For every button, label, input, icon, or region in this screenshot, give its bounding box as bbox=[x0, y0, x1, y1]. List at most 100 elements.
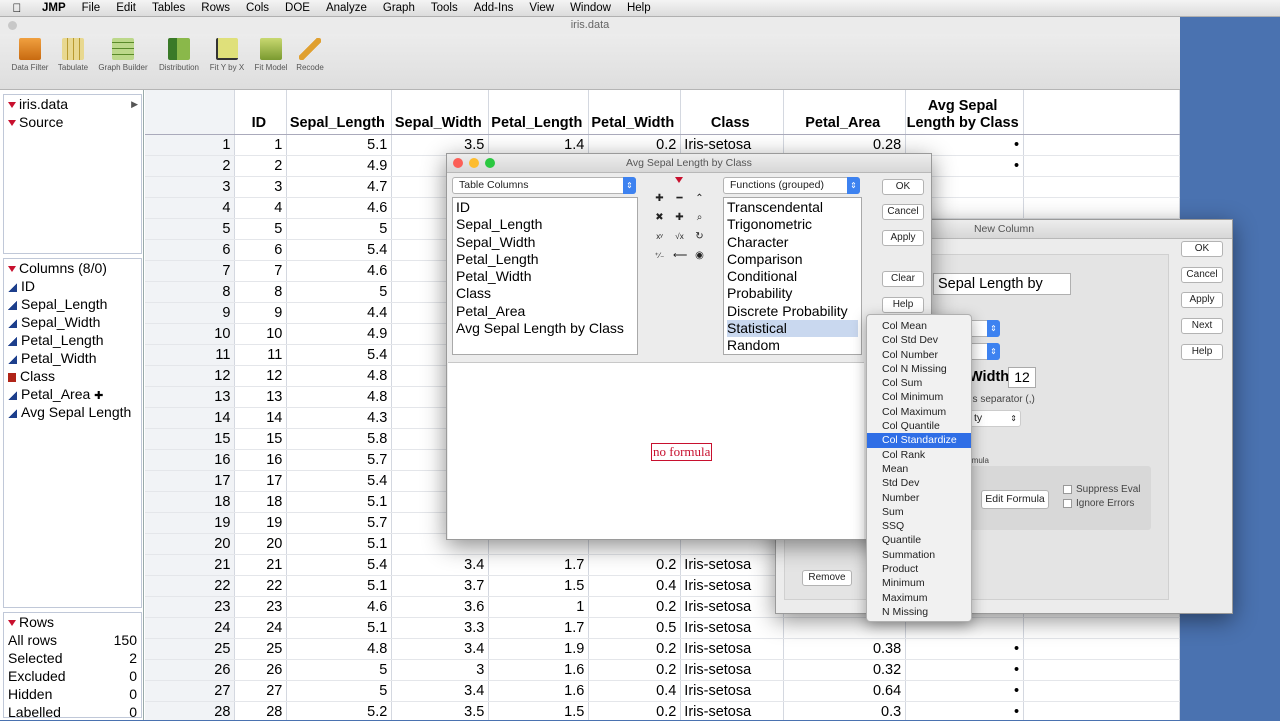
row-number[interactable]: 26 bbox=[145, 659, 236, 681]
table-cell[interactable]: 4.6 bbox=[286, 197, 393, 219]
table-cell[interactable]: 12 bbox=[234, 365, 288, 387]
table-cell[interactable]: 5.2 bbox=[286, 701, 393, 720]
table-cell[interactable]: Iris-setosa bbox=[680, 659, 785, 681]
table-cell[interactable]: 3.5 bbox=[391, 701, 490, 720]
row-number[interactable]: 8 bbox=[145, 281, 236, 303]
remove-button[interactable]: Remove bbox=[802, 570, 852, 586]
formula-editing-area[interactable]: no formula bbox=[448, 362, 864, 539]
close-window-button[interactable] bbox=[453, 158, 463, 168]
close-window-button[interactable] bbox=[8, 21, 17, 30]
table-cell[interactable]: 3.7 bbox=[391, 575, 490, 597]
table-cell[interactable]: 5.4 bbox=[286, 554, 393, 576]
table-cell[interactable]: 4.8 bbox=[286, 386, 393, 408]
column-header[interactable]: ID bbox=[234, 90, 288, 135]
expand-arrow-icon[interactable]: ▶ bbox=[131, 95, 141, 113]
table-cell[interactable]: 6 bbox=[234, 239, 288, 261]
table-cell[interactable]: 1.5 bbox=[488, 701, 590, 720]
table-cell[interactable]: 1.6 bbox=[488, 680, 590, 702]
empty-cell[interactable] bbox=[1023, 701, 1180, 720]
table-cell[interactable]: 5 bbox=[286, 680, 393, 702]
menu-app-name[interactable]: JMP bbox=[34, 2, 74, 14]
table-cell[interactable]: Iris-setosa bbox=[680, 596, 785, 618]
table-cell[interactable]: 1.7 bbox=[488, 617, 590, 639]
menu-item-summation[interactable]: Summation bbox=[867, 548, 971, 562]
table-cell[interactable]: 4.4 bbox=[286, 302, 393, 324]
rows-hidden[interactable]: Hidden 0 bbox=[4, 685, 141, 703]
table-cell[interactable]: 7 bbox=[234, 260, 288, 282]
keypad-menu-triangle-icon[interactable] bbox=[675, 177, 683, 183]
table-cell[interactable]: 21 bbox=[234, 554, 288, 576]
row-number[interactable]: 23 bbox=[145, 596, 236, 618]
table-cell[interactable]: 0.2 bbox=[588, 638, 682, 660]
table-cell[interactable]: 4.6 bbox=[286, 596, 393, 618]
row-number[interactable]: 18 bbox=[145, 491, 236, 513]
table-cell[interactable]: 4.8 bbox=[286, 365, 393, 387]
column-item[interactable]: Avg Sepal Length bbox=[4, 403, 141, 421]
empty-cell[interactable] bbox=[1023, 176, 1180, 198]
toolbar-tabulate[interactable]: Tabulate bbox=[47, 38, 99, 72]
table-cell[interactable]: 4.7 bbox=[286, 176, 393, 198]
table-cell[interactable]: 4.8 bbox=[286, 638, 393, 660]
table-cell[interactable]: 0.4 bbox=[588, 680, 682, 702]
table-cell[interactable]: 15 bbox=[234, 428, 288, 450]
table-cell[interactable]: 14 bbox=[234, 407, 288, 429]
menu-rows[interactable]: Rows bbox=[193, 2, 238, 14]
table-cell[interactable]: 3.4 bbox=[391, 554, 490, 576]
function-group-item[interactable]: Transcendental bbox=[727, 199, 858, 216]
menu-item-std-dev[interactable]: Std Dev bbox=[867, 476, 971, 490]
function-group-item[interactable]: Conditional bbox=[727, 268, 858, 285]
table-cell[interactable]: 0.5 bbox=[588, 617, 682, 639]
table-cell[interactable]: 0.2 bbox=[588, 659, 682, 681]
menu-item-col-rank[interactable]: Col Rank bbox=[867, 448, 971, 462]
table-cell[interactable]: • bbox=[905, 659, 1025, 681]
function-group-item[interactable]: Probability bbox=[727, 285, 858, 302]
row-header-corner[interactable] bbox=[145, 90, 236, 135]
table-cell[interactable]: 2 bbox=[234, 155, 288, 177]
menu-item-col-standardize[interactable]: Col Standardize bbox=[867, 433, 971, 448]
column-header[interactable]: Sepal_Width bbox=[391, 90, 490, 135]
toolbar-graph-builder[interactable]: Graph Builder bbox=[97, 38, 149, 72]
column-item[interactable]: Class bbox=[4, 367, 141, 385]
row-number[interactable]: 11 bbox=[145, 344, 236, 366]
table-cell[interactable]: 25 bbox=[234, 638, 288, 660]
menu-item-minimum[interactable]: Minimum bbox=[867, 576, 971, 590]
table-cell[interactable]: 4.6 bbox=[286, 260, 393, 282]
columns-list-item[interactable]: Sepal_Width bbox=[456, 234, 634, 251]
table-cell[interactable]: 10 bbox=[234, 323, 288, 345]
menu-add-ins[interactable]: Add-Ins bbox=[466, 2, 522, 14]
rows-all[interactable]: All rows 150 bbox=[4, 631, 141, 649]
table-cell[interactable]: 5.8 bbox=[286, 428, 393, 450]
table-cell[interactable]: Iris-setosa bbox=[680, 638, 785, 660]
table-cell[interactable]: 0.2 bbox=[588, 701, 682, 720]
table-cell[interactable]: 0.2 bbox=[588, 554, 682, 576]
caret-operator-button[interactable]: ⌃ bbox=[693, 192, 706, 205]
table-cell[interactable]: 0.64 bbox=[783, 680, 907, 702]
menu-item-number[interactable]: Number bbox=[867, 491, 971, 505]
menu-item-ssq[interactable]: SSQ bbox=[867, 519, 971, 533]
rows-excluded[interactable]: Excluded 0 bbox=[4, 667, 141, 685]
row-number[interactable]: 25 bbox=[145, 638, 236, 660]
menu-graph[interactable]: Graph bbox=[375, 2, 423, 14]
assign-operator-button[interactable]: ⟵ bbox=[673, 249, 687, 262]
row-number[interactable]: 10 bbox=[145, 323, 236, 345]
table-cell[interactable]: • bbox=[905, 701, 1025, 720]
table-cell[interactable]: Iris-setosa bbox=[680, 617, 785, 639]
table-cell[interactable]: 0.2 bbox=[588, 134, 682, 156]
menu-item-quantile[interactable]: Quantile bbox=[867, 533, 971, 547]
table-cell[interactable]: • bbox=[905, 638, 1025, 660]
toolbar-recode[interactable]: Recode bbox=[284, 38, 336, 72]
columns-list-item[interactable]: ID bbox=[456, 199, 634, 216]
column-header[interactable]: Sepal_Length bbox=[286, 90, 393, 135]
table-cell[interactable]: 17 bbox=[234, 470, 288, 492]
ignore-errors-checkbox[interactable]: Ignore Errors bbox=[1063, 498, 1134, 509]
suppress-eval-checkbox[interactable]: Suppress Eval bbox=[1063, 484, 1140, 495]
local-variable-button[interactable]: ⌕ bbox=[693, 211, 706, 224]
no-formula-placeholder[interactable]: no formula bbox=[651, 443, 713, 461]
table-cell[interactable]: 13 bbox=[234, 386, 288, 408]
menu-window[interactable]: Window bbox=[562, 2, 619, 14]
column-item[interactable]: ID bbox=[4, 277, 141, 295]
help-button[interactable]: Help bbox=[882, 297, 924, 313]
column-header[interactable]: Petal_Length bbox=[488, 90, 590, 135]
column-item[interactable]: Petal_Length bbox=[4, 331, 141, 349]
menu-cols[interactable]: Cols bbox=[238, 2, 277, 14]
